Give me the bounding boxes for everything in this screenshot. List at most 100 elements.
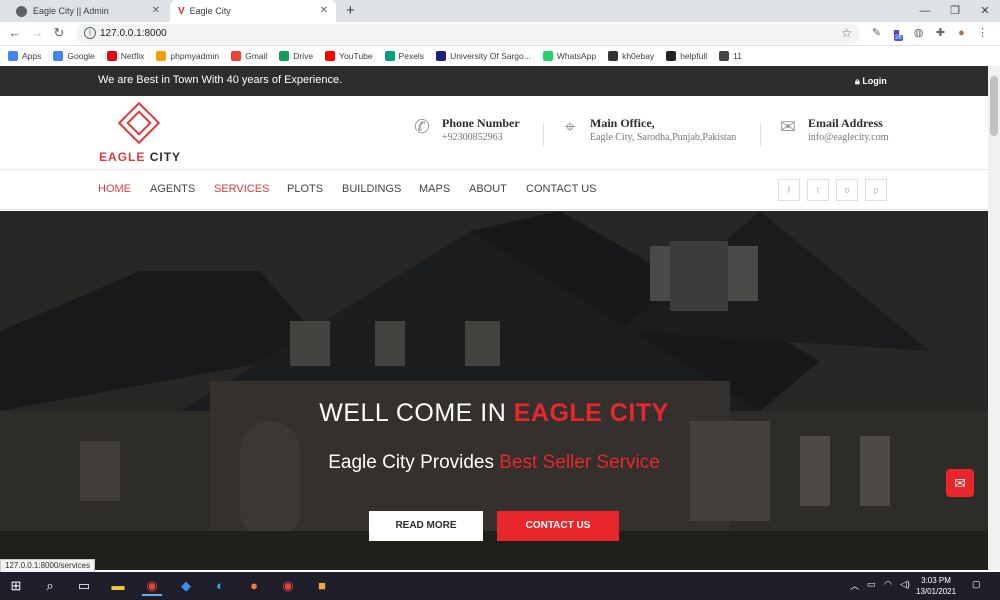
twitter-icon[interactable]: t — [807, 179, 829, 201]
nav-contact-us[interactable]: CONTACT US — [526, 183, 597, 195]
facebook-icon[interactable]: f — [778, 179, 800, 201]
extension-icon[interactable]: ✎ — [870, 27, 883, 40]
email-value: info@eaglecity.com — [808, 132, 889, 143]
bookmark-icon — [156, 51, 167, 61]
file-explorer-icon[interactable]: ▬ — [108, 576, 128, 596]
office-info: ⌖ Main Office, Eagle City, Sarodha,Punja… — [558, 116, 737, 143]
hero-sub-text: Eagle City Provides — [328, 452, 494, 473]
bookmark-item[interactable]: Netflix — [106, 51, 144, 61]
bookmark-icon — [53, 51, 64, 61]
back-icon[interactable]: ← — [6, 25, 24, 40]
bookmark-star-icon[interactable]: ☆ — [841, 26, 852, 40]
login-link[interactable]: 🔒︎ Login — [855, 76, 887, 87]
close-tab-icon[interactable]: ✕ — [152, 5, 160, 16]
site-favicon-icon: V — [178, 5, 185, 17]
bookmark-item[interactable]: helpfull — [666, 51, 707, 61]
tab-title: Eagle City — [189, 6, 231, 16]
tab-title: Eagle City || Admin — [33, 6, 109, 16]
bookmark-icon — [106, 51, 117, 61]
edge-icon[interactable]: ◐ — [210, 576, 230, 596]
tab-admin[interactable]: Eagle City || Admin ✕ — [8, 0, 168, 22]
minimize-button[interactable]: — — [910, 0, 940, 22]
chrome-icon[interactable]: ◉ — [278, 576, 298, 596]
main-nav: HOME AGENTS SERVICES PLOTS BUILDINGS MAP… — [0, 170, 988, 210]
read-more-button[interactable]: READ MORE — [369, 511, 483, 541]
hero-banner: WELL COME IN EAGLE CITY Eagle City Provi… — [0, 211, 988, 570]
bookmark-icon — [325, 51, 336, 61]
bookmark-item[interactable]: phpmyadmin — [156, 51, 219, 61]
page-scrollbar[interactable] — [988, 66, 1000, 570]
site-info-icon[interactable]: i — [84, 27, 96, 39]
hero-overlay — [0, 211, 988, 570]
bookmark-label: 11 — [733, 51, 742, 61]
bookmark-item[interactable]: 11 — [719, 51, 742, 61]
address-bar[interactable]: i 127.0.0.1:8000 ☆ — [76, 24, 860, 44]
bookmark-icon — [231, 51, 242, 61]
mail-icon[interactable]: ✉ — [946, 469, 974, 497]
puzzle-icon[interactable]: ✚ — [934, 27, 947, 40]
globe-extension-icon[interactable]: ◍ — [912, 27, 925, 40]
nav-buildings[interactable]: BUILDINGS — [342, 183, 401, 195]
bookmark-item[interactable]: Gmail — [231, 51, 267, 61]
nav-services[interactable]: SERVICES — [214, 183, 269, 195]
avatar[interactable]: ● — [955, 27, 968, 40]
bookmark-item[interactable]: YouTube — [325, 51, 373, 61]
notification-icon[interactable]: ▢ — [972, 579, 981, 590]
nav-home[interactable]: HOME — [98, 183, 131, 195]
logo-text: EAGLE CITY — [99, 150, 181, 164]
email-title: Email Address — [808, 116, 883, 130]
nav-agents[interactable]: AGENTS — [150, 183, 195, 195]
instagram-icon[interactable]: o — [836, 179, 858, 201]
windows-taskbar: ⊞ ⌕ ▭ ▬ ◉ ◆ ◐ ● ◉ ■ ︿ ▭ ◠ ◁) 3:03 PM 13/… — [0, 572, 1000, 600]
search-icon[interactable]: ⌕ — [40, 576, 60, 596]
windows-start-icon[interactable]: ⊞ — [6, 576, 26, 596]
bookmark-item[interactable]: Apps — [8, 51, 41, 61]
bookmark-item[interactable]: Drive — [279, 51, 313, 61]
bookmark-label: phpmyadmin — [170, 51, 220, 61]
bookmark-item[interactable]: WhatsApp — [542, 51, 597, 61]
contact-us-button[interactable]: CONTACT US — [497, 511, 619, 541]
nav-maps[interactable]: MAPS — [419, 183, 450, 195]
location-pin-icon: ⌖ — [564, 117, 576, 138]
globe-icon — [16, 5, 27, 17]
close-window-button[interactable]: ✕ — [970, 0, 1000, 22]
bookmark-item[interactable]: Pexels — [384, 51, 424, 61]
bookmark-label: WhatsApp — [556, 51, 597, 61]
bookmark-icon — [384, 51, 395, 61]
sublime-text-icon[interactable]: ■ — [312, 576, 332, 596]
nav-about[interactable]: ABOUT — [469, 183, 507, 195]
forward-icon[interactable]: → — [28, 25, 46, 40]
battery-icon[interactable]: ▭ — [867, 579, 876, 590]
site-logo[interactable]: EAGLE CITY — [99, 101, 189, 164]
volume-icon[interactable]: ◁) — [900, 579, 910, 590]
chevron-up-icon[interactable]: ︿ — [850, 579, 859, 592]
pinterest-icon[interactable]: p — [865, 179, 887, 201]
nav-plots[interactable]: PLOTS — [287, 183, 323, 195]
scrollbar-thumb[interactable] — [990, 76, 998, 136]
bookmark-item[interactable]: University Of Sargo... — [436, 51, 531, 61]
bookmark-label: kh0ebay — [622, 51, 655, 61]
extension-badge-count: 26 — [894, 35, 903, 41]
wifi-icon[interactable]: ◠ — [884, 579, 892, 590]
maximize-button[interactable]: ❐ — [940, 0, 970, 22]
chrome-icon[interactable]: ◉ — [142, 576, 162, 596]
app-icon[interactable]: ● — [244, 576, 264, 596]
task-view-icon[interactable]: ▭ — [74, 576, 94, 596]
lock-icon: 🔒︎ — [855, 76, 860, 86]
bookmarks-bar: Apps Google Netflix phpmyadmin Gmail Drive You… — [0, 46, 1000, 66]
bookmark-label: Gmail — [245, 51, 268, 61]
close-tab-icon[interactable]: ✕ — [320, 5, 328, 16]
login-label: Login — [862, 76, 887, 86]
vscode-icon[interactable]: ◆ — [176, 576, 196, 596]
reload-icon[interactable]: ↻ — [50, 25, 68, 41]
system-clock[interactable]: 3:03 PM 13/01/2021 — [916, 575, 956, 597]
bookmark-item[interactable]: Google — [53, 51, 95, 61]
bookmark-item[interactable]: kh0ebay — [608, 51, 654, 61]
web-page: We are Best in Town With 40 years of Exp… — [0, 66, 988, 570]
browser-toolbar: ← → ↻ i 127.0.0.1:8000 ☆ ✎ ■ 26 ◍ ✚ ● ⋮ — [0, 22, 1000, 46]
new-tab-button[interactable]: + — [346, 2, 355, 19]
tab-eagle-city[interactable]: V Eagle City ✕ — [170, 0, 336, 22]
site-header: EAGLE CITY ✆ Phone Number +92300852963 ⌖… — [0, 96, 988, 170]
envelope-icon: ✉ — [780, 117, 796, 138]
menu-kebab-icon[interactable]: ⋮ — [976, 27, 989, 40]
